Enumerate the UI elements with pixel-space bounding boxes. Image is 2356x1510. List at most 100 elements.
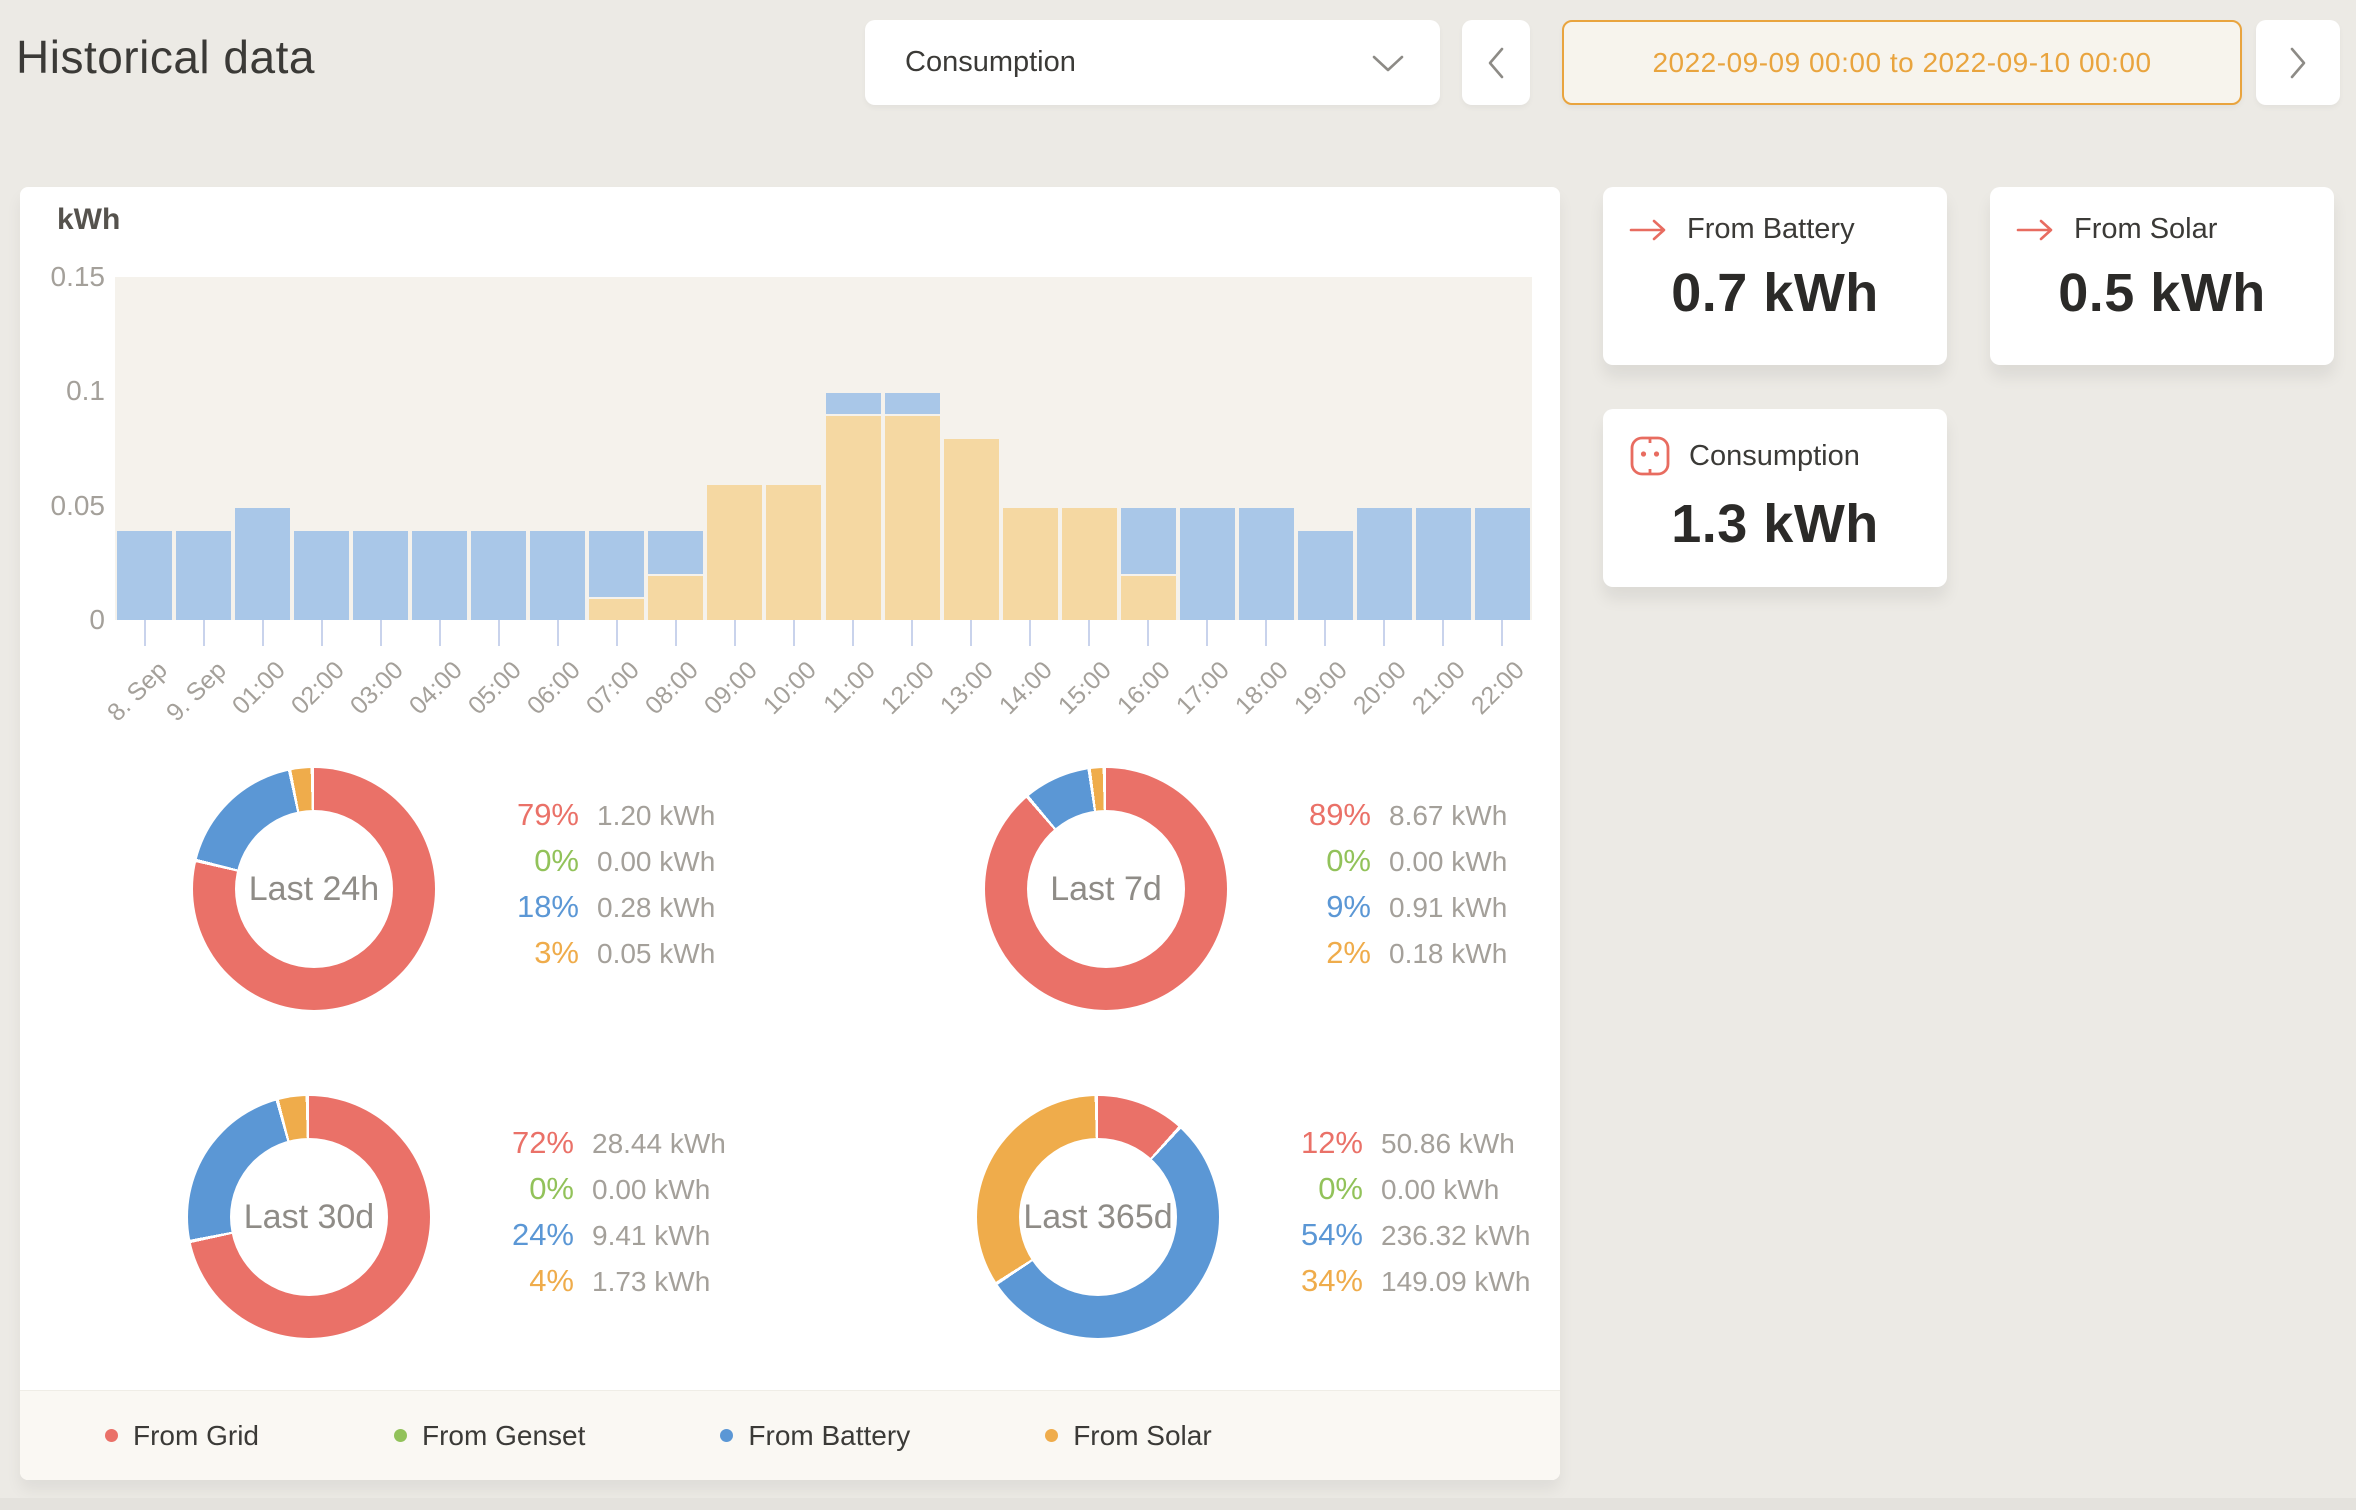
y-tick-label: 0.05 bbox=[20, 490, 105, 522]
next-range-button[interactable] bbox=[2256, 20, 2340, 105]
metric-dropdown[interactable]: Consumption bbox=[865, 20, 1440, 105]
donut-legend-row: 0%0.00 kWh bbox=[487, 843, 715, 889]
chevron-right-icon bbox=[2287, 45, 2309, 81]
legend-percent: 79% bbox=[487, 797, 579, 833]
bar-segment-from-battery bbox=[294, 531, 349, 620]
donut-legend-row: 79%1.20 kWh bbox=[487, 797, 715, 843]
x-tick bbox=[734, 620, 736, 646]
donut-legend-row: 54%236.32 kWh bbox=[1271, 1217, 1530, 1263]
legend-percent: 18% bbox=[487, 889, 579, 925]
legend-percent: 0% bbox=[1279, 843, 1371, 879]
x-tick bbox=[380, 620, 382, 646]
x-tick-label: 05:00 bbox=[463, 656, 528, 721]
x-tick-label: 13:00 bbox=[935, 656, 1000, 721]
summary-card-value: 0.5 kWh bbox=[2016, 262, 2308, 324]
bar-segment-from-battery bbox=[1475, 508, 1530, 620]
donut-legend-row: 2%0.18 kWh bbox=[1279, 935, 1507, 981]
legend-value: 0.05 kWh bbox=[597, 938, 715, 970]
footer-legend-item-from-battery[interactable]: From Battery bbox=[720, 1420, 910, 1452]
bar-segment-from-solar bbox=[885, 416, 940, 620]
x-tick bbox=[911, 620, 913, 646]
chevron-left-icon bbox=[1485, 45, 1507, 81]
bar-segment-from-battery bbox=[530, 531, 585, 620]
legend-percent: 9% bbox=[1279, 889, 1371, 925]
legend-percent: 0% bbox=[1271, 1171, 1363, 1207]
donut-legend-row: 18% 0.28 kWh bbox=[487, 889, 715, 935]
date-range-button[interactable]: 2022-09-09 00:00 to 2022-09-10 00:00 bbox=[1562, 20, 2242, 105]
donut-legend-row: 89%8.67 kWh bbox=[1279, 797, 1507, 843]
legend-percent: 0% bbox=[482, 1171, 574, 1207]
legend-percent: 72% bbox=[482, 1125, 574, 1161]
donut-legend-row: 0% 0.00 kWh bbox=[1279, 843, 1507, 889]
x-tick bbox=[1088, 620, 1090, 646]
donut-legend-row: 24%9.41 kWh bbox=[482, 1217, 726, 1263]
legend-value: 0.00 kWh bbox=[592, 1174, 710, 1206]
donut-hole: Last 365d bbox=[1019, 1138, 1177, 1296]
legend-value: 9.41 kWh bbox=[592, 1220, 710, 1252]
x-tick-label: 01:00 bbox=[226, 656, 291, 721]
x-tick-label: 08:00 bbox=[640, 656, 705, 721]
x-tick bbox=[1383, 620, 1385, 646]
historical-data-page: Historical data Consumption 2022-09-09 0… bbox=[0, 0, 2356, 1510]
bar-segment-from-battery bbox=[589, 531, 644, 598]
footer-legend-item-from-solar[interactable]: From Solar bbox=[1045, 1420, 1211, 1452]
x-tick bbox=[1324, 620, 1326, 646]
x-tick bbox=[321, 620, 323, 646]
donut-legend-row: 0%0.00 kWh bbox=[1271, 1171, 1530, 1217]
x-tick bbox=[852, 620, 854, 646]
x-tick bbox=[439, 620, 441, 646]
bar-segment-from-battery bbox=[412, 531, 467, 620]
x-tick bbox=[144, 620, 146, 646]
bar-segment-from-solar bbox=[648, 576, 703, 620]
bar-segment-from-battery bbox=[1416, 508, 1471, 620]
x-tick-label: 20:00 bbox=[1348, 656, 1413, 721]
summary-card-label: Consumption bbox=[1689, 440, 1860, 473]
donut-legend: 12%50.86 kWh0%0.00 kWh54%236.32 kWh34%14… bbox=[1271, 1125, 1530, 1309]
metric-dropdown-value: Consumption bbox=[905, 46, 1076, 79]
donut-chart: Last 365d bbox=[977, 1096, 1219, 1338]
donut-legend: 72%28.44 kWh0%0.00 kWh24%9.41 kWh4%1.73 … bbox=[482, 1125, 726, 1309]
donut-period-label: Last 365d bbox=[1023, 1198, 1172, 1237]
legend-percent: 3% bbox=[487, 935, 579, 971]
y-tick-label: 0.1 bbox=[20, 375, 105, 407]
legend-percent: 4% bbox=[482, 1263, 574, 1299]
donut-legend-row: 34%149.09 kWh bbox=[1271, 1263, 1530, 1309]
prev-range-button[interactable] bbox=[1462, 20, 1530, 105]
date-range-label: 2022-09-09 00:00 to 2022-09-10 00:00 bbox=[1652, 47, 2151, 79]
donut-group-last-24h: Last 24h 79%1.20 kWh0%0.00 kWh18% 0.28 kWh… bbox=[193, 768, 715, 1010]
legend-value: 0.28 kWh bbox=[597, 892, 715, 924]
x-tick-label: 14:00 bbox=[994, 656, 1059, 721]
donut-legend-row: 4%1.73 kWh bbox=[482, 1263, 726, 1309]
bar-segment-from-battery bbox=[648, 531, 703, 575]
x-tick-label: 12:00 bbox=[876, 656, 941, 721]
donut-legend-row: 9%0.91 kWh bbox=[1279, 889, 1507, 935]
x-tick bbox=[970, 620, 972, 646]
x-tick bbox=[675, 620, 677, 646]
x-tick bbox=[793, 620, 795, 646]
legend-label: From Grid bbox=[133, 1420, 259, 1452]
legend-percent: 34% bbox=[1271, 1263, 1363, 1299]
bar-segment-from-battery bbox=[1357, 508, 1412, 620]
x-tick-label: 02:00 bbox=[285, 656, 350, 721]
bar-segment-from-solar bbox=[826, 416, 881, 620]
summary-card-consumption: Consumption 1.3 kWh bbox=[1603, 409, 1947, 587]
chevron-down-icon bbox=[1370, 52, 1406, 74]
legend-dot bbox=[105, 1429, 118, 1442]
x-tick-label: 21:00 bbox=[1407, 656, 1472, 721]
donut-period-label: Last 30d bbox=[244, 1198, 374, 1237]
chart-legend: From Grid From Genset From Battery From Sol… bbox=[20, 1390, 1560, 1480]
page-title: Historical data bbox=[16, 30, 315, 84]
legend-value: 0.00 kWh bbox=[1389, 846, 1507, 878]
x-tick bbox=[1265, 620, 1267, 646]
bar-segment-from-battery bbox=[1298, 531, 1353, 620]
donut-chart: Last 24h bbox=[193, 768, 435, 1010]
power-socket-icon bbox=[1629, 435, 1671, 477]
legend-percent: 12% bbox=[1271, 1125, 1363, 1161]
footer-legend-item-from-grid[interactable]: From Grid bbox=[105, 1420, 259, 1452]
donut-period-label: Last 7d bbox=[1050, 870, 1162, 909]
chart-unit-label: kWh bbox=[57, 203, 120, 237]
legend-value: 0.00 kWh bbox=[597, 846, 715, 878]
legend-dot bbox=[1045, 1429, 1058, 1442]
footer-legend-item-from-genset[interactable]: From Genset bbox=[394, 1420, 585, 1452]
bar-segment-from-solar bbox=[1003, 508, 1058, 620]
